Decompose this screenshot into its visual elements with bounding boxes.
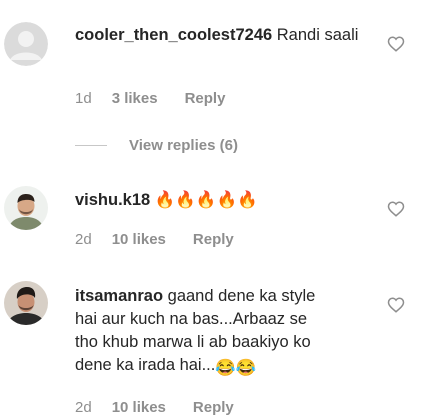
comment-3-time: 2d bbox=[75, 399, 92, 416]
laughing-emoji-icon: 😂😂 bbox=[215, 359, 257, 377]
comment-3-meta: 2d 10 likes Reply bbox=[75, 399, 234, 416]
comment-3-body-line-4: dene ka irada hai... bbox=[75, 356, 216, 374]
comment-3-reply-button[interactable]: Reply bbox=[193, 399, 234, 416]
avatar[interactable] bbox=[4, 186, 48, 230]
comment-3-text: itsamanrao gaand dene ka style hai aur k… bbox=[75, 285, 375, 380]
comment-2-username[interactable]: vishu.k18 bbox=[75, 191, 150, 209]
heart-outline-icon[interactable] bbox=[387, 35, 405, 53]
view-replies-button[interactable]: View replies (6) bbox=[75, 137, 238, 154]
heart-outline-icon[interactable] bbox=[387, 200, 405, 218]
heart-outline-icon[interactable] bbox=[387, 296, 405, 314]
comment-1-time: 1d bbox=[75, 90, 92, 107]
default-avatar-icon[interactable] bbox=[4, 22, 48, 66]
comment-1-likes[interactable]: 3 likes bbox=[112, 90, 158, 107]
comment-2-time: 2d bbox=[75, 231, 92, 248]
comment-1-reply-button[interactable]: Reply bbox=[185, 90, 226, 107]
comment-2-reply-button[interactable]: Reply bbox=[193, 231, 234, 248]
comment-3-username[interactable]: itsamanrao bbox=[75, 287, 163, 305]
comment-2-text: vishu.k18 🔥🔥🔥🔥🔥 bbox=[75, 189, 375, 212]
comment-2-meta: 2d 10 likes Reply bbox=[75, 231, 234, 248]
comment-2-body: 🔥🔥🔥🔥🔥 bbox=[154, 191, 258, 209]
comment-3-body-line-3: tho khub marwa li ab baakiyo ko bbox=[75, 333, 311, 351]
view-replies-label[interactable]: View replies (6) bbox=[129, 137, 238, 154]
comment-3-line-4: dene ka irada hai...😂😂 bbox=[75, 354, 375, 380]
comment-1-meta: 1d 3 likes Reply bbox=[75, 90, 225, 107]
comment-1-text: cooler_then_coolest7246 Randi saali bbox=[75, 24, 375, 47]
comment-2-likes[interactable]: 10 likes bbox=[112, 231, 166, 248]
comment-3-line-1: itsamanrao gaand dene ka style bbox=[75, 285, 375, 308]
comment-1-username[interactable]: cooler_then_coolest7246 bbox=[75, 26, 272, 44]
view-replies-divider bbox=[75, 145, 107, 146]
avatar[interactable] bbox=[4, 281, 48, 325]
comment-3-body-line-1: gaand dene ka style bbox=[167, 287, 316, 305]
comment-3-body-line-2: hai aur kuch na bas...Arbaaz se bbox=[75, 310, 308, 328]
comment-3-likes[interactable]: 10 likes bbox=[112, 399, 166, 416]
comment-1-body: Randi saali bbox=[276, 26, 359, 44]
